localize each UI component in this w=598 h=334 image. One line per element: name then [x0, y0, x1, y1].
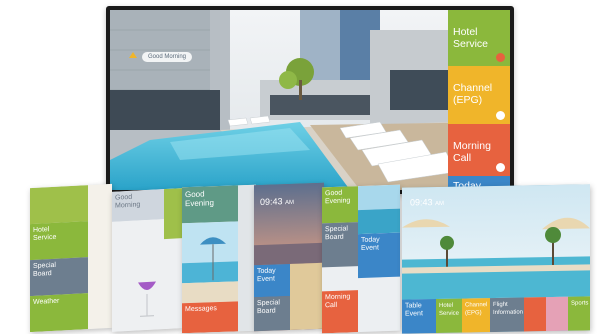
panel-tile-table-event[interactable]: Table Event: [402, 299, 436, 334]
panel-tile-messages[interactable]: Messages: [182, 301, 238, 334]
tv-screen: Good Morning Hotel Service Channel (EPG)…: [110, 10, 510, 190]
signage-panel-6: 09:43 AM Table Event Hotel Service Chann…: [402, 184, 590, 334]
menu-tile-label: Channel (EPG): [453, 82, 493, 106]
menu-tile-hotel-service[interactable]: Hotel Service: [448, 10, 510, 66]
panel-tile-morning-call[interactable]: Morning Call: [322, 290, 358, 334]
menu-tile-label: Morning Call: [453, 140, 491, 164]
panel-tile-today-event[interactable]: Today Event: [358, 232, 400, 279]
panel-greeting: Good Evening: [322, 186, 358, 224]
signage-panel-3: Good Evening Messages: [182, 184, 256, 334]
panel-tile-today-event[interactable]: Today Event: [254, 263, 290, 298]
panel-header-tile: [30, 185, 88, 225]
panel-tile-channel-epg[interactable]: Channel (EPG): [462, 298, 490, 333]
panel-tile-red[interactable]: [524, 297, 546, 332]
panel-greeting: Good Evening: [182, 185, 238, 224]
panel-tile-special-board[interactable]: Special Board: [30, 257, 88, 297]
panel-tile-hotel-service[interactable]: Hotel Service: [436, 298, 462, 334]
signage-panel-1: Hotel Service Special Board Weather: [30, 183, 112, 333]
signage-panel-2: Good Morning: [112, 188, 182, 332]
panel-tile-sports[interactable]: Sports: [568, 296, 590, 331]
panel-tile-special-board[interactable]: Special Board: [322, 222, 358, 268]
bell-icon: [128, 51, 138, 59]
person-icon: [496, 53, 505, 62]
clock-time: 09:43 AM: [260, 196, 295, 208]
clock-icon: [496, 163, 505, 172]
menu-tile-channel-epg[interactable]: Channel (EPG): [448, 66, 510, 124]
signage-panel-4: 09:43 AM Today Event Special Board: [254, 182, 324, 332]
panel-tile-weather[interactable]: Weather: [30, 293, 88, 333]
panel-tile-flight-information[interactable]: Flight Information: [490, 297, 524, 333]
panel-side-tile: [290, 262, 324, 330]
panel-greeting: Good Morning: [112, 189, 164, 222]
tv-icon: [496, 111, 505, 120]
resort-photo: [358, 184, 400, 235]
greeting-pill: Good Morning: [142, 52, 193, 62]
clock-time: 09:43 AM: [410, 197, 445, 208]
tv-display: Good Morning Hotel Service Channel (EPG)…: [106, 6, 514, 194]
menu-tile-label: Hotel Service: [453, 26, 489, 50]
tv-menu: Hotel Service Channel (EPG) Morning Call…: [448, 10, 510, 190]
panel-tile-pink[interactable]: [546, 296, 568, 332]
panel-side-tile: [164, 188, 182, 240]
panel-tile-special-board[interactable]: Special Board: [254, 295, 290, 332]
panel-tile-hotel-service[interactable]: Hotel Service: [30, 221, 88, 261]
menu-tile-morning-call[interactable]: Morning Call: [448, 124, 510, 176]
signage-panel-5: Good Evening Special Board Today Event M…: [322, 184, 400, 334]
panel-side-strip: [88, 183, 112, 330]
